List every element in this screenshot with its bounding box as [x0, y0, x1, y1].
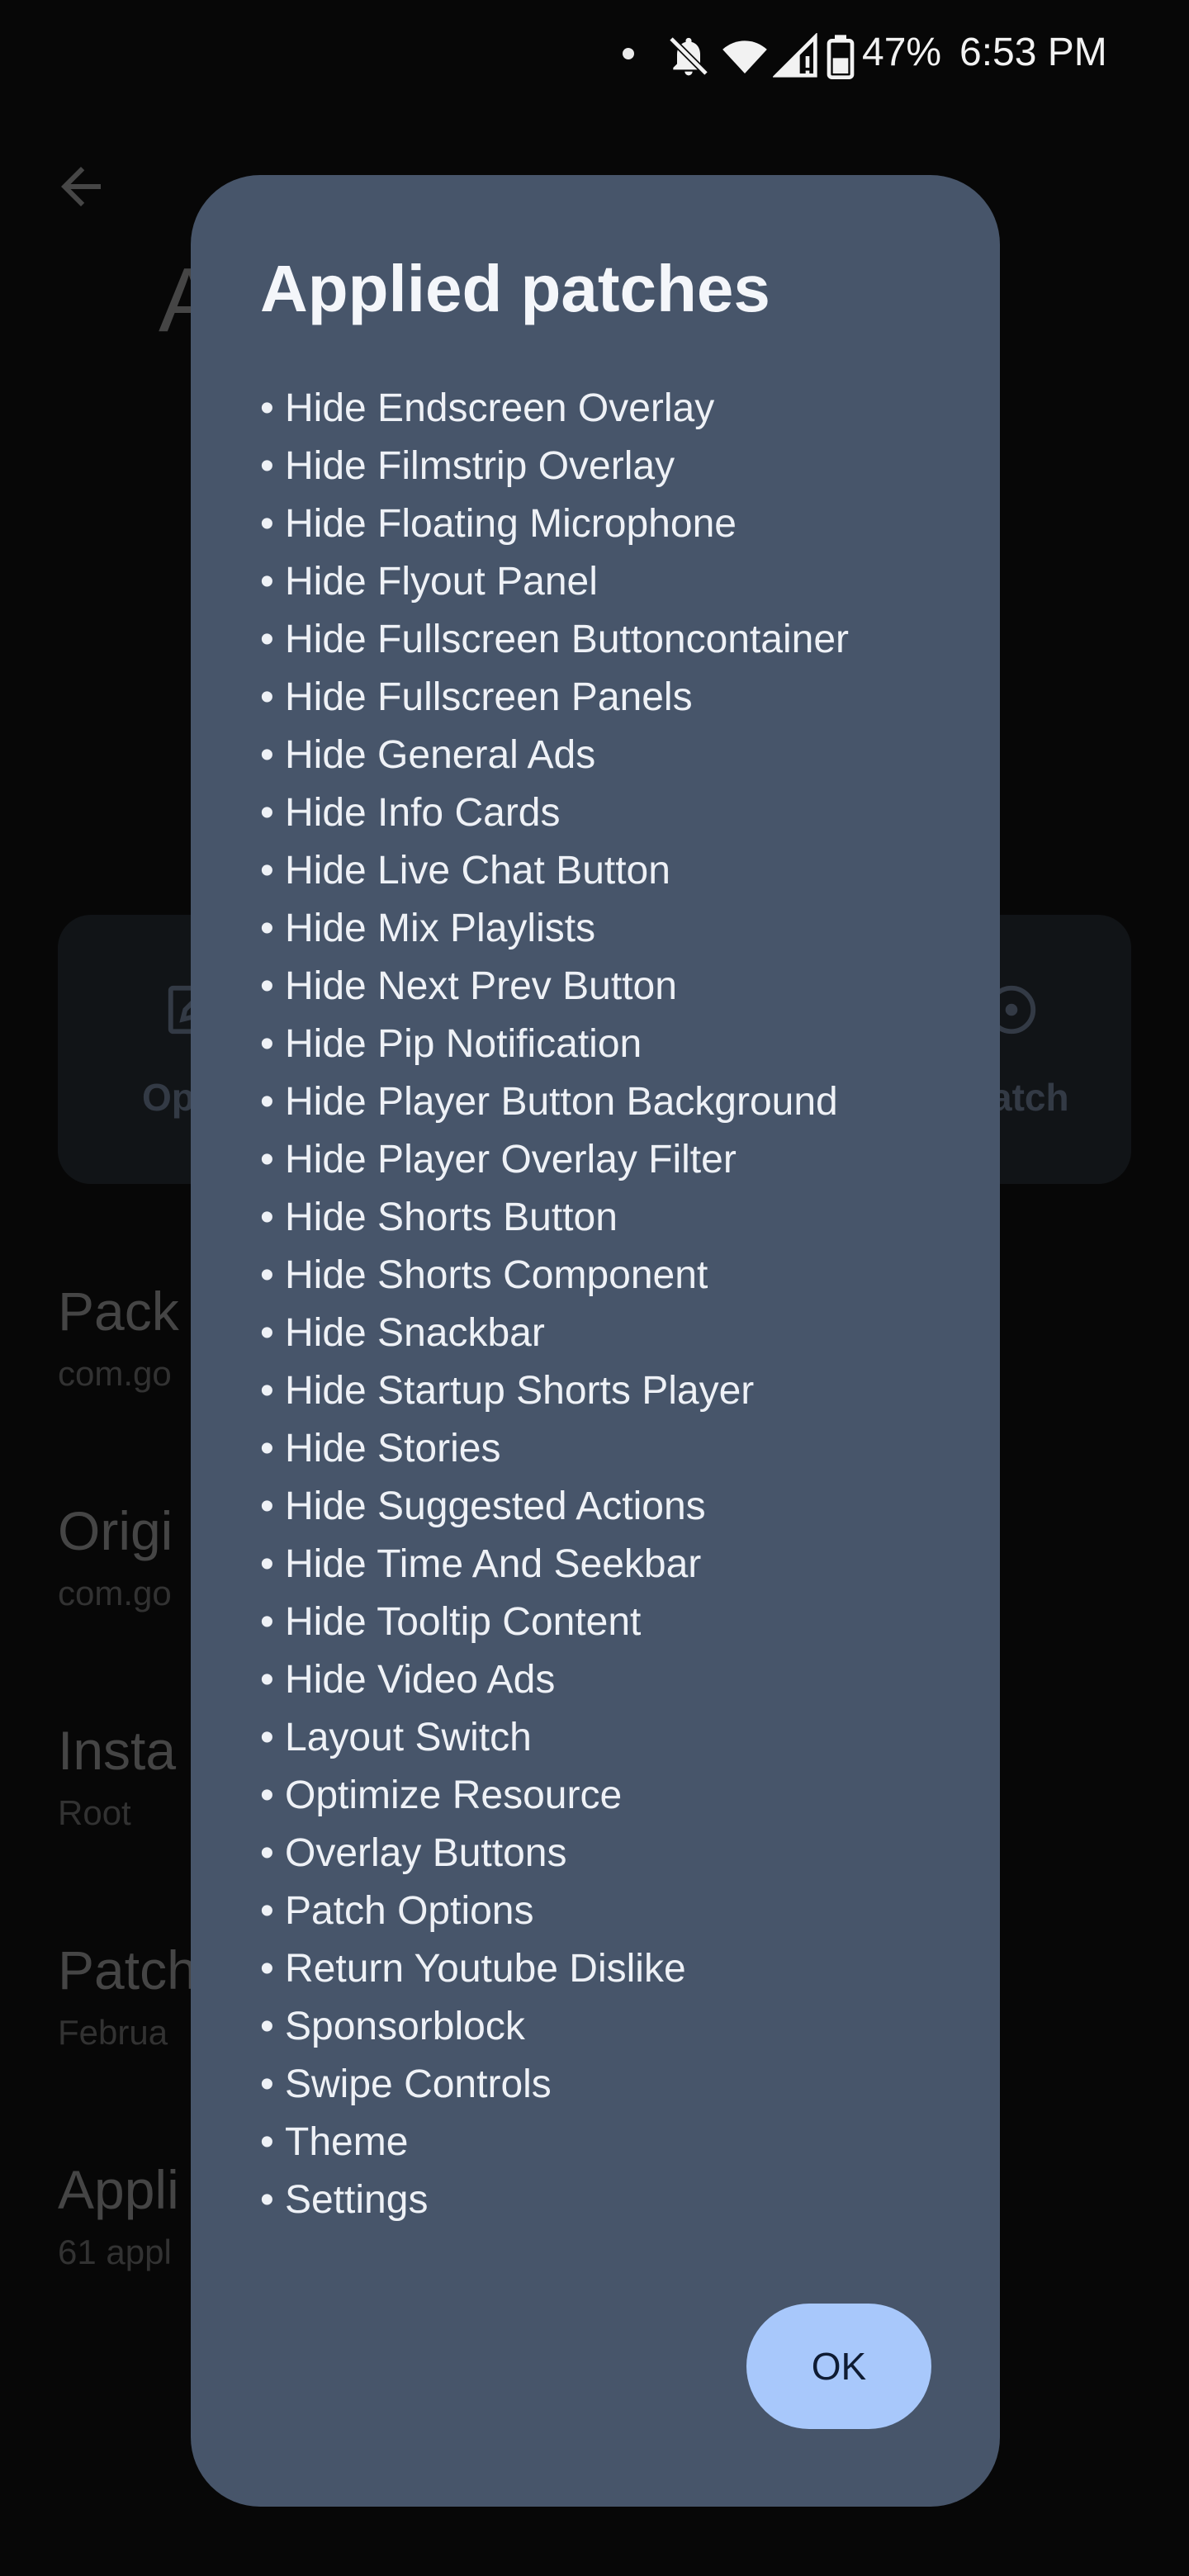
patch-list-item: Patch Options — [260, 1882, 931, 1940]
patch-list-item: Hide Player Overlay Filter — [260, 1131, 931, 1189]
patch-list-item: Hide Suggested Actions — [260, 1478, 931, 1536]
patch-list-item: Hide Snackbar — [260, 1305, 931, 1362]
dialog-title: Applied patches — [260, 252, 770, 325]
screen: A Op atch Pack com.go Origi com.go Insta… — [0, 0, 1189, 2576]
patch-list-item: Hide General Ads — [260, 727, 931, 784]
patch-list-item: Return Youtube Dislike — [260, 1940, 931, 1998]
patch-list-item: Sponsorblock — [260, 1998, 931, 2056]
battery-percent: 47% — [862, 31, 942, 74]
patch-list-item: Layout Switch — [260, 1709, 931, 1767]
patch-list-item: Hide Fullscreen Panels — [260, 669, 931, 727]
patch-list-item: Hide Player Button Background — [260, 1073, 931, 1131]
patch-list-item: Hide Stories — [260, 1420, 931, 1478]
patch-list-item: Overlay Buttons — [260, 1825, 931, 1882]
patch-list: Hide Endscreen OverlayHide Filmstrip Ove… — [260, 380, 931, 2229]
patch-list-item: Hide Mix Playlists — [260, 900, 931, 958]
patch-list-item: Hide Video Ads — [260, 1651, 931, 1709]
patch-list-item: Hide Shorts Component — [260, 1247, 931, 1305]
signal-icon — [772, 32, 819, 83]
patch-list-item: Hide Flyout Panel — [260, 553, 931, 611]
patch-list-item: Hide Live Chat Button — [260, 842, 931, 900]
patch-list-item: Hide Pip Notification — [260, 1016, 931, 1073]
status-clock: 6:53 PM — [959, 31, 1107, 74]
patch-list-item: Hide Startup Shorts Player — [260, 1362, 931, 1420]
patch-list-item: Theme — [260, 2114, 931, 2171]
patch-list-item: Hide Time And Seekbar — [260, 1536, 931, 1593]
patch-list-item: Settings — [260, 2171, 931, 2229]
patch-list-item: Hide Floating Microphone — [260, 495, 931, 553]
patch-list-item: Hide Info Cards — [260, 784, 931, 842]
patch-list-item: Hide Endscreen Overlay — [260, 380, 931, 438]
patch-list-item: Hide Tooltip Content — [260, 1593, 931, 1651]
patch-list-item: Hide Fullscreen Buttoncontainer — [260, 611, 931, 669]
patch-list-item: Hide Shorts Button — [260, 1189, 931, 1247]
wifi-icon — [720, 33, 770, 83]
bell-off-icon — [666, 33, 712, 83]
ok-button[interactable]: OK — [746, 2304, 931, 2429]
notification-dot-icon — [623, 48, 634, 59]
applied-patches-dialog: Applied patches Hide Endscreen OverlayHi… — [191, 175, 1000, 2507]
patch-list-item: Hide Filmstrip Overlay — [260, 438, 931, 495]
patch-list-item: Swipe Controls — [260, 2056, 931, 2114]
battery-icon — [826, 33, 855, 83]
patch-list-item: Optimize Resource — [260, 1767, 931, 1825]
patch-list-item: Hide Next Prev Button — [260, 958, 931, 1016]
status-bar: 47% 6:53 PM — [0, 0, 1189, 107]
